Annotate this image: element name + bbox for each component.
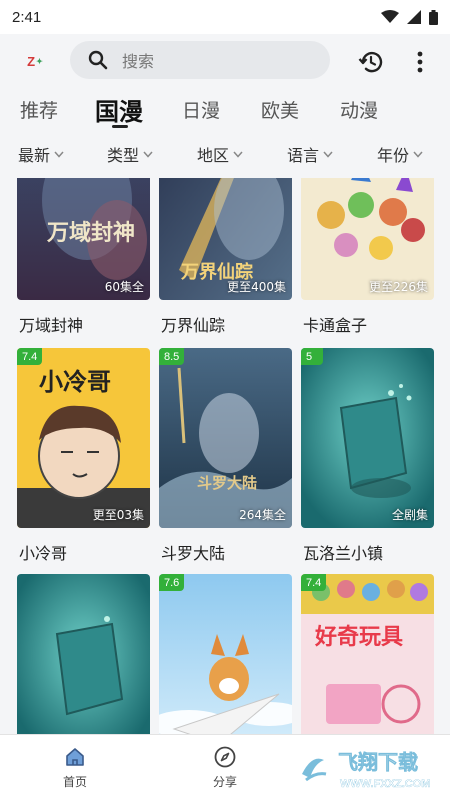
episode-count: 更至400集 xyxy=(227,280,286,294)
system-icons xyxy=(381,9,438,25)
poster-title-art: 万域封神 xyxy=(46,220,135,246)
search-bar[interactable]: 搜索 xyxy=(70,41,330,79)
poster-title-art: 斗罗大陆 xyxy=(197,474,257,492)
card-title: 卡通盒子 xyxy=(303,316,368,335)
filter-region[interactable]: 地区 xyxy=(197,142,243,166)
more-options-button[interactable] xyxy=(405,47,435,77)
active-tab-indicator xyxy=(112,125,128,128)
watermark-text: 飞翔下载 xyxy=(338,750,418,774)
compass-icon xyxy=(214,746,236,768)
poster-image: 斗罗大陆 8.5 264集全 xyxy=(159,348,292,528)
filter-type[interactable]: 类型 xyxy=(107,142,153,166)
wifi-icon xyxy=(381,10,399,23)
status-bar: 2:41 xyxy=(0,0,450,34)
chevron-down-icon xyxy=(413,151,423,158)
poster-image xyxy=(17,574,150,734)
card-title: 万域封神 xyxy=(19,316,84,335)
home-icon xyxy=(66,748,84,766)
search-placeholder: 搜索 xyxy=(122,52,155,71)
filter-label: 地区 xyxy=(197,146,230,165)
filter-year[interactable]: 年份 xyxy=(377,142,423,166)
chevron-down-icon xyxy=(54,151,64,158)
episode-count: 更至03集 xyxy=(92,508,144,522)
signal-icon xyxy=(407,10,421,24)
anime-card[interactable]: 万域封神 60集全 万域封神 xyxy=(17,178,150,336)
top-bar: Z ✦ 搜索 xyxy=(0,34,450,90)
category-tabs: 推荐 国漫 日漫 欧美 动漫 xyxy=(0,90,450,134)
tab-guoman[interactable]: 国漫 xyxy=(95,92,143,127)
filter-label: 类型 xyxy=(107,146,140,165)
episode-count: 264集全 xyxy=(239,508,286,522)
watermark: 飞翔下载 WWW.FXXZ.COM xyxy=(288,742,448,796)
card-title: 瓦洛兰小镇 xyxy=(303,544,384,563)
anime-card[interactable]: 万界仙踪 更至400集 万界仙踪 xyxy=(159,178,292,336)
anime-card[interactable]: 5 全剧集 瓦洛兰小镇 xyxy=(301,348,434,564)
history-icon xyxy=(358,51,383,73)
rating-badge: 8.5 xyxy=(159,348,185,365)
poster-image: 5 全剧集 xyxy=(301,348,434,528)
anime-card[interactable]: 斗罗大陆 8.5 264集全 斗罗大陆 xyxy=(159,348,292,564)
tab-recommend[interactable]: 推荐 xyxy=(20,96,58,123)
episode-count: 60集全 xyxy=(104,280,144,294)
filter-latest[interactable]: 最新 xyxy=(18,142,64,166)
anime-card[interactable]: 好奇玩具 7.4 xyxy=(301,574,434,734)
episode-count: 全剧集 xyxy=(391,508,428,522)
anime-card[interactable]: 更至226集 卡通盒子 xyxy=(301,178,434,336)
nav-share[interactable]: 分享 xyxy=(185,745,265,790)
anime-grid: 万域封神 60集全 万域封神 万界仙踪 更至400集 万界仙踪 更至226集 卡… xyxy=(0,178,450,734)
anime-card[interactable]: 7.6 xyxy=(159,574,292,734)
logo-text: Z xyxy=(27,53,36,69)
anime-card[interactable] xyxy=(17,574,150,734)
filter-language[interactable]: 语言 xyxy=(287,142,333,166)
filter-label: 语言 xyxy=(287,146,320,165)
chevron-down-icon xyxy=(323,151,333,158)
filter-bar: 最新 类型 地区 语言 年份 xyxy=(0,140,450,170)
more-vert-icon xyxy=(417,51,423,73)
rating-badge: 7.4 xyxy=(17,348,43,365)
poster-image: 好奇玩具 7.4 xyxy=(301,574,434,734)
tab-oumei[interactable]: 欧美 xyxy=(261,96,299,123)
episode-count: 更至226集 xyxy=(369,280,428,294)
poster-image: 万域封神 60集全 xyxy=(17,178,150,300)
nav-home[interactable]: 首页 xyxy=(35,745,115,790)
poster-title-art: 小冷哥 xyxy=(39,368,111,396)
card-title: 斗罗大陆 xyxy=(161,544,226,563)
nav-label: 分享 xyxy=(212,775,237,789)
filter-label: 最新 xyxy=(18,146,51,165)
app-logo[interactable]: Z ✦ xyxy=(22,50,48,72)
tab-dongman[interactable]: 动漫 xyxy=(340,96,378,123)
poster-image: 小冷哥 7.4 更至03集 xyxy=(17,348,150,528)
anime-card[interactable]: 小冷哥 7.4 更至03集 小冷哥 xyxy=(17,348,150,564)
rating-badge: 5 xyxy=(301,348,323,365)
poster-title-art: 好奇玩具 xyxy=(314,624,403,650)
chevron-down-icon xyxy=(233,151,243,158)
card-title: 万界仙踪 xyxy=(161,316,226,335)
poster-image: 7.6 xyxy=(159,574,292,734)
tab-riman[interactable]: 日漫 xyxy=(182,96,220,123)
status-time: 2:41 xyxy=(12,8,42,26)
chevron-down-icon xyxy=(143,151,153,158)
nav-label: 首页 xyxy=(62,775,87,789)
card-title: 小冷哥 xyxy=(19,544,68,563)
search-icon xyxy=(88,50,108,70)
watermark-url: WWW.FXXZ.COM xyxy=(340,778,430,790)
poster-image: 万界仙踪 更至400集 xyxy=(159,178,292,300)
battery-icon xyxy=(429,9,438,25)
rating-badge: 7.6 xyxy=(159,574,185,591)
rating-badge: 7.4 xyxy=(301,574,327,591)
history-button[interactable] xyxy=(356,47,386,77)
poster-image: 更至226集 xyxy=(301,178,434,300)
filter-label: 年份 xyxy=(377,146,410,165)
